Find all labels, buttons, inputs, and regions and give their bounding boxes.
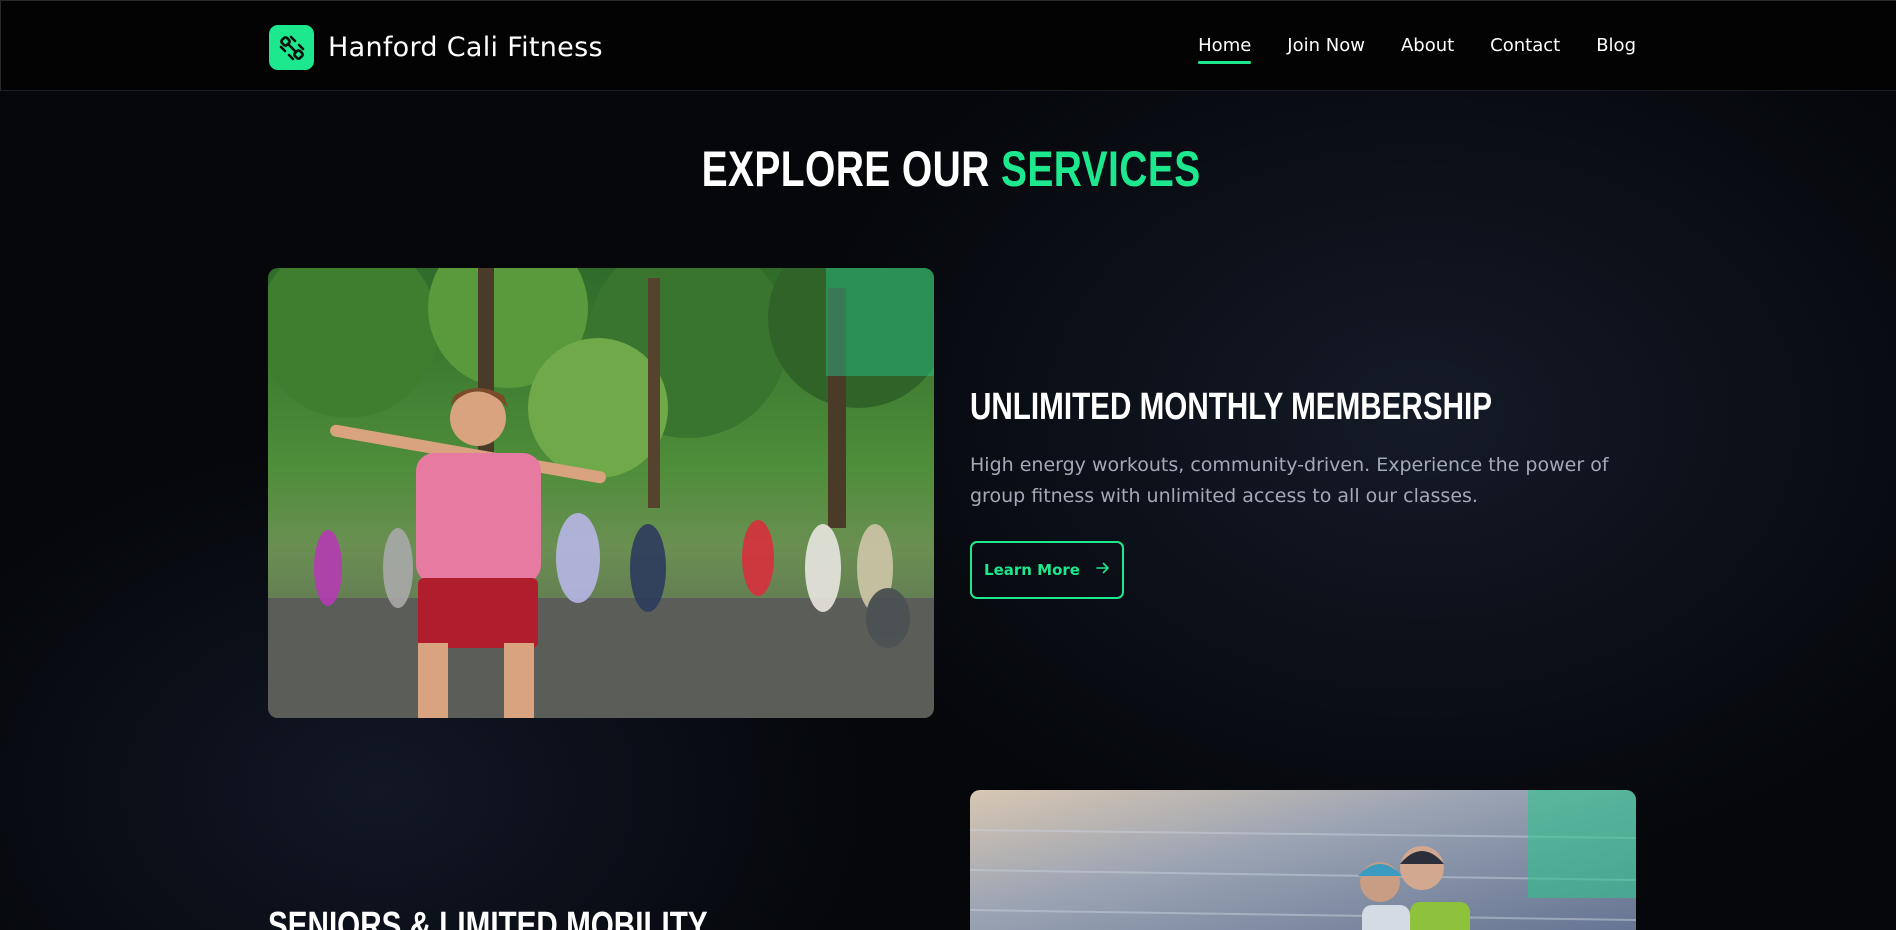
- service-title-seniors: SENIORS & LIMITED MOBILITY: [268, 905, 708, 930]
- nav-home[interactable]: Home: [1198, 35, 1252, 64]
- service-image-group-fitness: [268, 268, 934, 718]
- learn-more-label: Learn More: [984, 561, 1080, 579]
- brand-name: Hanford Cali Fitness: [328, 32, 603, 63]
- nav-blog[interactable]: Blog: [1596, 35, 1636, 62]
- nav-about[interactable]: About: [1401, 35, 1454, 62]
- service-title: UNLIMITED MONTHLY MEMBERSHIP: [970, 386, 1493, 428]
- service-description: High energy workouts, community-driven. …: [970, 454, 1609, 507]
- dumbbell-icon: [269, 25, 314, 70]
- section-title-accent: SERVICES: [1000, 141, 1201, 197]
- section-title: EXPLORE OUR SERVICES: [209, 140, 1694, 198]
- nav-join-now[interactable]: Join Now: [1287, 35, 1365, 62]
- arrow-right-icon: [1096, 561, 1110, 579]
- nav-contact[interactable]: Contact: [1490, 35, 1560, 62]
- main-nav: Home Join Now About Contact Blog: [1198, 35, 1636, 64]
- section-title-prefix: EXPLORE OUR: [701, 141, 1001, 197]
- photo-corner-accent: [826, 268, 934, 376]
- navbar: Hanford Cali Fitness Home Join Now About…: [0, 0, 1896, 91]
- photo-corner-accent: [1528, 790, 1636, 898]
- learn-more-button[interactable]: Learn More: [970, 541, 1124, 599]
- service-image-seniors: [970, 790, 1636, 930]
- brand[interactable]: Hanford Cali Fitness: [269, 25, 603, 70]
